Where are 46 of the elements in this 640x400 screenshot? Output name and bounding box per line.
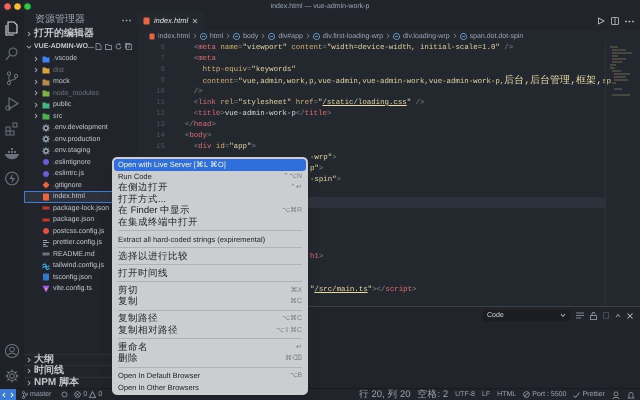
status-item[interactable]: 行 20, 列 20 [358, 390, 411, 400]
filter-list-icon[interactable] [576, 312, 584, 319]
settings-icon[interactable] [4, 368, 20, 384]
chevron-icon [261, 33, 266, 39]
search-icon[interactable] [4, 44, 20, 60]
chevron-down-icon [560, 313, 566, 318]
collapse-icon[interactable] [125, 43, 132, 50]
error-icon [74, 391, 82, 398]
chevron-icon [452, 33, 457, 39]
new-file-icon[interactable] [95, 43, 102, 50]
refresh-icon[interactable] [115, 43, 122, 50]
sync-icon[interactable] [61, 391, 68, 398]
notifications-icon[interactable] [627, 390, 635, 398]
warning-icon [89, 391, 96, 398]
extensions-icon[interactable] [4, 120, 20, 136]
sidebar-title: 资源管理器 [35, 15, 85, 25]
files-icon[interactable] [4, 20, 20, 36]
status-item[interactable]: 空格: 2 [418, 390, 448, 400]
lightning-icon[interactable] [4, 170, 20, 186]
chevron-icon [226, 33, 230, 39]
chevron-icon [306, 33, 310, 39]
feedback-icon[interactable] [612, 390, 620, 398]
account-icon[interactable] [4, 342, 20, 358]
chevron-icon [386, 33, 390, 39]
run-icon[interactable] [597, 17, 605, 25]
chevron-icon [26, 31, 32, 37]
new-folder-icon[interactable] [105, 43, 112, 50]
menu-item[interactable]: 在集成终端中打开 [114, 216, 306, 228]
chevron-icon [192, 33, 197, 39]
remote-icon[interactable] [0, 388, 16, 400]
menu-item[interactable]: 选择以进行比较 [114, 250, 306, 262]
split-editor-icon[interactable] [611, 17, 619, 25]
close-icon[interactable] [192, 18, 198, 24]
branch-icon[interactable] [4, 70, 20, 86]
close-icon[interactable] [627, 312, 633, 318]
html-file-icon [149, 32, 155, 40]
chevron-up-icon[interactable] [615, 313, 621, 318]
lock-icon[interactable] [590, 312, 597, 320]
more-icon[interactable] [122, 18, 131, 22]
traffic-lights-icon[interactable] [4, 2, 31, 10]
blocked-icon [523, 391, 530, 398]
check-icon [573, 392, 580, 398]
menu-item[interactable]: 打开时间线 [114, 268, 306, 279]
more-icon[interactable] [625, 20, 634, 22]
branch-icon [22, 390, 28, 398]
section-header[interactable]: 打开的编辑器 [24, 28, 137, 40]
